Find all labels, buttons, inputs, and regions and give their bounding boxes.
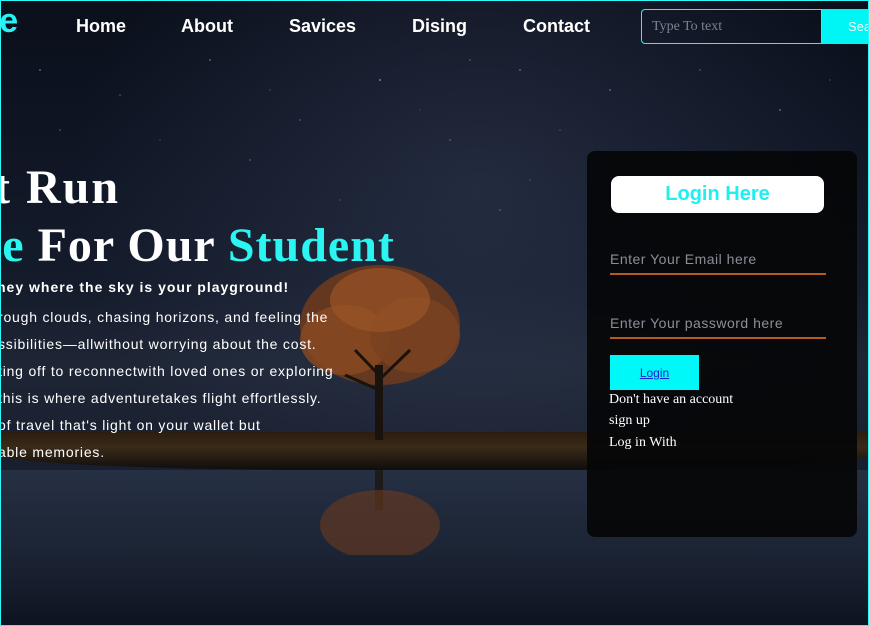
hero-paragraph-line: able memories.: [0, 444, 105, 460]
nav-home[interactable]: Home: [76, 16, 126, 37]
hero-paragraph-line: ting off to reconnectwith loved ones or …: [0, 363, 334, 379]
login-card: Login Here Login Don't have an account s…: [587, 151, 857, 537]
hero-paragraph: rough clouds, chasing horizons, and feel…: [0, 304, 333, 466]
no-account-text: Don't have an account: [609, 392, 734, 407]
top-navbar: re Home About Savices Dising Contact Sea: [0, 0, 869, 52]
login-with-text: Log in With: [609, 435, 677, 450]
site-logo[interactable]: re: [0, 2, 18, 41]
search-button[interactable]: Sea: [822, 9, 869, 44]
email-field[interactable]: [610, 245, 826, 275]
hero-heading-middle: For Our: [24, 219, 228, 272]
hero-paragraph-line: this is where adventuretakes flight effo…: [0, 390, 322, 406]
hero-heading-accent: ee: [0, 219, 25, 272]
hero-heading-student: Student: [227, 219, 395, 272]
hero-paragraph-line: rough clouds, chasing horizons, and feel…: [0, 309, 329, 325]
password-field[interactable]: [610, 309, 826, 339]
hero-paragraph-line: of travel that's light on your wallet bu…: [0, 417, 261, 433]
hero-subtitle: ney where the sky is your playground!: [0, 279, 290, 295]
search-input[interactable]: [641, 9, 822, 44]
login-title: Login Here: [611, 176, 824, 213]
signup-link[interactable]: sign up: [609, 413, 650, 429]
login-button[interactable]: Login: [610, 355, 699, 390]
nav-about[interactable]: About: [181, 16, 233, 37]
nav-contact[interactable]: Contact: [523, 16, 590, 37]
hero-paragraph-line: ssibilities—allwithout worrying about th…: [0, 336, 317, 352]
hero-heading-line2: ee For Our Student: [0, 218, 395, 273]
nav-services[interactable]: Savices: [289, 16, 356, 37]
hero-heading-line1: t Run: [0, 161, 121, 214]
nav-design[interactable]: Dising: [412, 16, 467, 37]
